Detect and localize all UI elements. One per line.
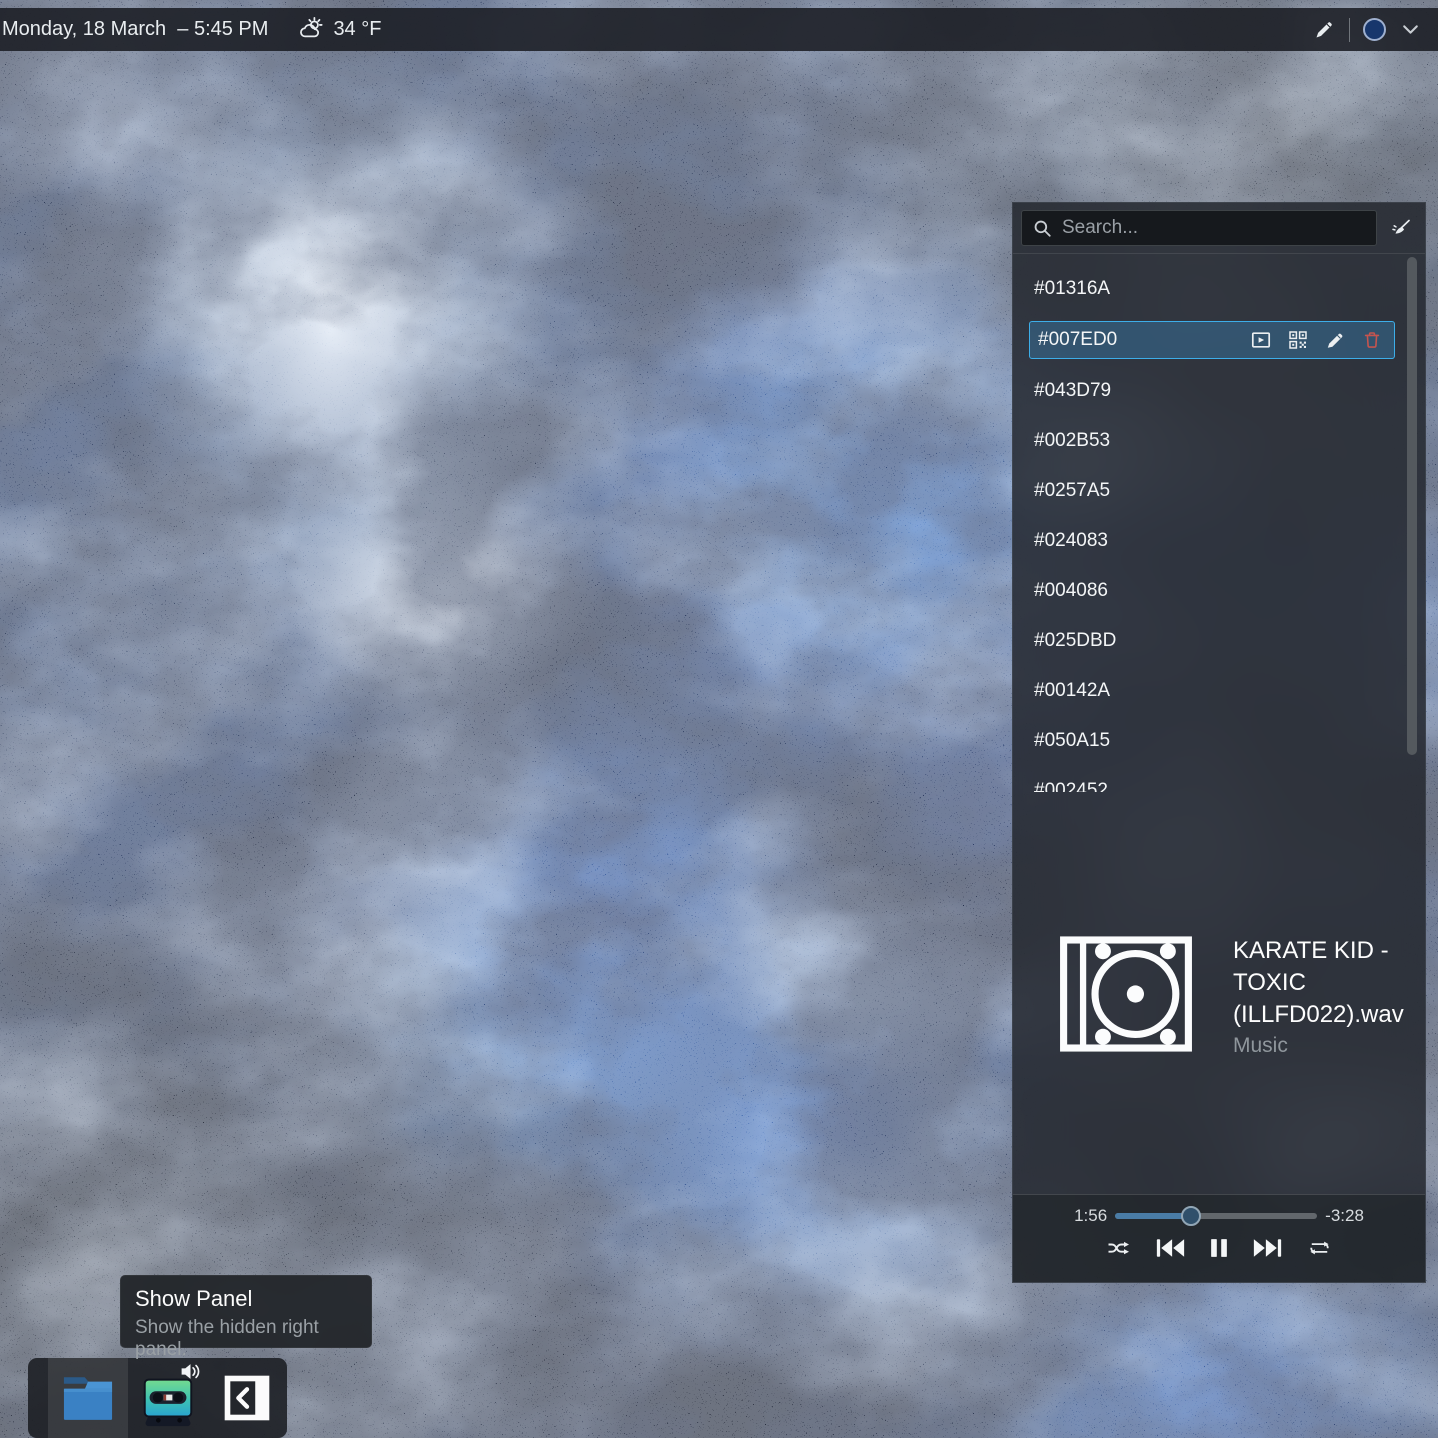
seek-slider[interactable] xyxy=(1115,1206,1317,1226)
task-show-panel[interactable] xyxy=(207,1358,287,1438)
next-button[interactable] xyxy=(1251,1236,1284,1260)
player-buttons xyxy=(1013,1236,1425,1260)
repeat-button[interactable] xyxy=(1305,1236,1334,1260)
clipboard-header: Search... xyxy=(1013,203,1425,254)
status-circle-icon[interactable] xyxy=(1363,18,1386,41)
media-player-controls: 1:56 -3:28 xyxy=(1013,1194,1425,1282)
album-art-icon xyxy=(1059,935,1193,1053)
shuffle-icon xyxy=(1105,1237,1133,1260)
clipboard-item-label: #024083 xyxy=(1034,530,1108,552)
invoke-action-icon[interactable] xyxy=(1250,329,1272,351)
media-title: KARATE KID - TOXIC (ILLFD022).wav xyxy=(1233,935,1411,1031)
audio-playing-icon xyxy=(179,1361,202,1382)
edit-icon[interactable] xyxy=(1324,329,1346,351)
seek-handle[interactable] xyxy=(1181,1206,1201,1226)
clipboard-item[interactable]: #002B53 xyxy=(1013,416,1425,466)
broom-icon xyxy=(1389,216,1413,240)
clipboard-item-label: #002B53 xyxy=(1034,430,1110,452)
search-icon xyxy=(1032,218,1053,239)
tooltip-title: Show Panel xyxy=(135,1286,357,1312)
show-panel-icon xyxy=(221,1372,273,1424)
clipboard-item-label: #002452 xyxy=(1034,780,1108,792)
clock-date-time[interactable]: Monday, 18 March – 5:45 PM xyxy=(2,18,268,41)
clipboard-item[interactable]: #043D79 xyxy=(1013,366,1425,416)
sun-behind-cloud-icon xyxy=(298,16,325,43)
media-session: KARATE KID - TOXIC (ILLFD022).wav Music xyxy=(1013,935,1425,1058)
clipboard-item-label: #007ED0 xyxy=(1038,329,1117,351)
clipboard-item[interactable]: #01316A xyxy=(1013,264,1425,314)
media-meta: KARATE KID - TOXIC (ILLFD022).wav Music xyxy=(1233,935,1411,1058)
clipboard-item[interactable]: #050A15 xyxy=(1013,716,1425,766)
scrollbar[interactable] xyxy=(1407,257,1417,789)
clipboard-list: #01316A #007ED0 xyxy=(1013,254,1425,792)
top-panel: Monday, 18 March – 5:45 PM 34 °F xyxy=(0,8,1438,51)
pen-icon[interactable] xyxy=(1312,18,1336,42)
tooltip-subtitle: Show the hidden right panel. xyxy=(135,1317,357,1361)
qr-code-icon[interactable] xyxy=(1287,329,1309,351)
task-media-player[interactable] xyxy=(128,1358,208,1438)
seek-row: 1:56 -3:28 xyxy=(1013,1206,1425,1226)
skip-forward-icon xyxy=(1251,1236,1284,1260)
repeat-icon xyxy=(1305,1236,1334,1260)
elapsed-time: 1:56 xyxy=(1074,1206,1107,1226)
search-placeholder: Search... xyxy=(1062,217,1138,239)
clipboard-item-label: #043D79 xyxy=(1034,380,1111,402)
skip-backward-icon xyxy=(1154,1236,1187,1260)
task-file-manager[interactable] xyxy=(48,1358,128,1438)
clipboard-item-label: #0257A5 xyxy=(1034,480,1110,502)
folder-icon xyxy=(53,1363,123,1433)
pause-button[interactable] xyxy=(1208,1236,1230,1260)
shuffle-button[interactable] xyxy=(1105,1237,1133,1260)
clipboard-item[interactable]: #025DBD xyxy=(1013,616,1425,666)
system-tray xyxy=(1312,18,1438,42)
tray-separator xyxy=(1349,18,1350,42)
clipboard-item-label: #01316A xyxy=(1034,278,1110,300)
seek-fill xyxy=(1115,1213,1191,1219)
clipboard-item[interactable]: #00142A xyxy=(1013,666,1425,716)
clipboard-item[interactable]: #002452 xyxy=(1013,766,1425,792)
remaining-time: -3:28 xyxy=(1325,1206,1364,1226)
clipboard-item[interactable]: #0257A5 xyxy=(1013,466,1425,516)
clipboard-item[interactable]: #024083 xyxy=(1013,516,1425,566)
weather-widget[interactable]: 34 °F xyxy=(298,16,381,43)
clipboard-item[interactable]: #004086 xyxy=(1013,566,1425,616)
clipboard-item-label: #025DBD xyxy=(1034,630,1116,652)
delete-icon[interactable] xyxy=(1361,329,1383,351)
task-manager-panel xyxy=(28,1358,287,1438)
clear-history-button[interactable] xyxy=(1383,211,1419,245)
clipboard-item-label: #004086 xyxy=(1034,580,1108,602)
clipboard-item-selected[interactable]: #007ED0 xyxy=(1029,321,1395,359)
clipboard-item-label: #00142A xyxy=(1034,680,1110,702)
pause-icon xyxy=(1208,1236,1230,1260)
clipboard-item-label: #050A15 xyxy=(1034,730,1110,752)
scrollbar-thumb[interactable] xyxy=(1407,257,1417,755)
search-input[interactable]: Search... xyxy=(1021,210,1377,246)
show-panel-tooltip: Show Panel Show the hidden right panel. xyxy=(120,1275,372,1348)
previous-button[interactable] xyxy=(1154,1236,1187,1260)
clipboard-item-actions xyxy=(1250,329,1394,351)
temperature-label: 34 °F xyxy=(333,18,381,41)
clipboard-panel: Search... #01316A #007ED0 xyxy=(1012,202,1426,1283)
media-source: Music xyxy=(1233,1034,1411,1058)
chevron-down-icon[interactable] xyxy=(1399,18,1422,41)
